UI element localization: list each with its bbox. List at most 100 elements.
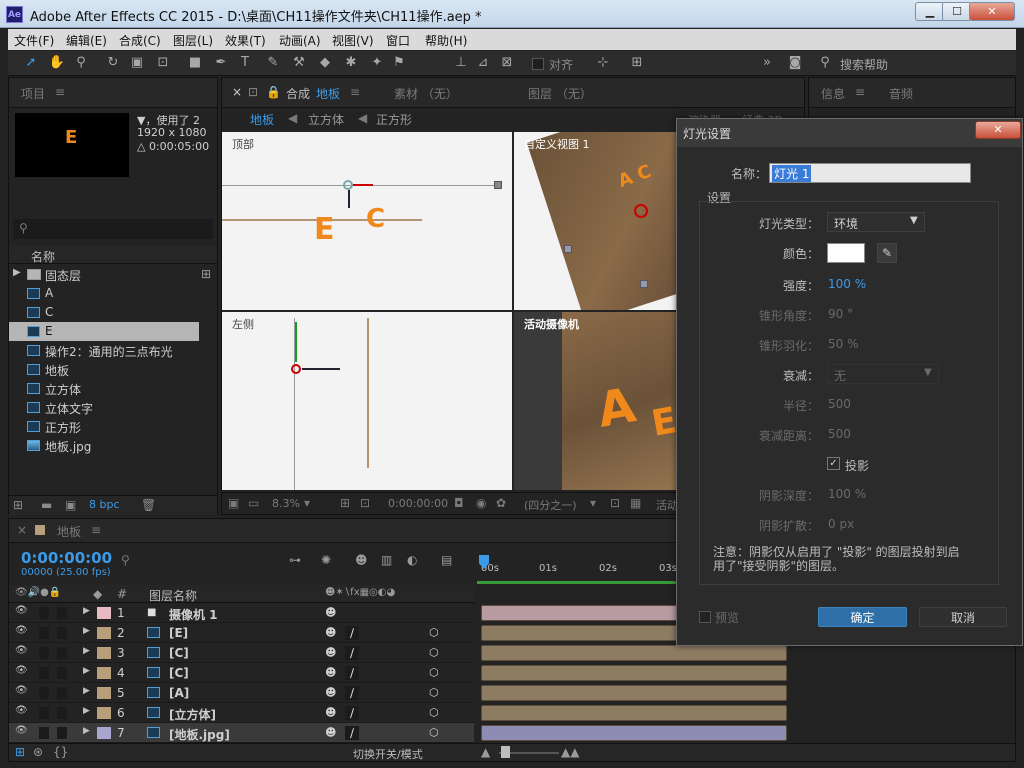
comp-tab-label[interactable]: 合成: [286, 85, 310, 102]
solo-box[interactable]: [39, 667, 49, 679]
close-window-button[interactable]: ✕: [969, 2, 1015, 21]
project-item[interactable]: 立方体: [9, 379, 199, 398]
layer-tab[interactable]: 图层 （无）: [528, 85, 592, 102]
layer-color-swatch[interactable]: [97, 707, 111, 719]
layer-color-swatch[interactable]: [97, 727, 111, 739]
solo-box[interactable]: [39, 727, 49, 739]
eye-icon[interactable]: 👁: [15, 645, 28, 656]
quality-switch-icon[interactable]: ∕: [345, 666, 359, 680]
active-camera-select[interactable]: 活动: [656, 497, 678, 513]
menu-help[interactable]: 帮助(H): [425, 32, 467, 49]
project-item[interactable]: 正方形: [9, 417, 199, 436]
comp-flowchart-icon[interactable]: ⊞: [15, 745, 25, 759]
close-tab-icon[interactable]: ×: [232, 85, 242, 99]
project-item[interactable]: ▶ 固态层 ⊞: [9, 265, 211, 284]
anchor-handle[interactable]: [564, 245, 572, 253]
shy-switch-icon[interactable]: ☻: [325, 646, 336, 659]
lock-icon[interactable]: ⊡: [248, 85, 258, 99]
lock-box[interactable]: [57, 667, 67, 679]
project-item[interactable]: A: [9, 284, 199, 303]
draft-3d-icon[interactable]: ✺: [321, 553, 331, 567]
layer-row[interactable]: 👁 ▶ 6 [立方体] ☻ ∕ ⬡: [9, 703, 474, 723]
search-help-input[interactable]: 搜索帮助: [840, 56, 888, 73]
project-item[interactable]: 立体文字: [9, 398, 199, 417]
eye-icon[interactable]: 👁: [15, 625, 28, 636]
layer-duration-bar[interactable]: [481, 645, 787, 661]
anchor-handle[interactable]: [494, 181, 502, 189]
timeline-tab[interactable]: 地板: [57, 523, 81, 540]
lock-box[interactable]: [57, 627, 67, 639]
menu-window[interactable]: 窗口: [386, 32, 410, 49]
project-item[interactable]: 地板: [9, 360, 199, 379]
cancel-button[interactable]: 取消: [919, 607, 1007, 627]
quality-switch-icon[interactable]: ∕: [345, 686, 359, 700]
quality-switch-icon[interactable]: ∕: [345, 626, 359, 640]
local-axis-icon[interactable]: ⊥: [452, 55, 470, 71]
viewport-custom[interactable]: 自定义视图 1 A C: [514, 132, 684, 310]
project-item[interactable]: 操作2：通用的三点布光: [9, 341, 199, 360]
layer-color-swatch[interactable]: [97, 687, 111, 699]
expand-arrow-icon[interactable]: ▶: [83, 686, 90, 696]
anchor-handle[interactable]: [640, 280, 648, 288]
dialog-close-button[interactable]: ✕: [975, 121, 1021, 139]
transparency-grid-icon[interactable]: ▦: [630, 496, 641, 510]
zoom-in-icon[interactable]: ▲▲: [561, 745, 579, 759]
camera-tool-icon[interactable]: ▣: [128, 55, 146, 71]
project-search-input[interactable]: ⚲: [13, 219, 213, 239]
dropdown-arrow-icon[interactable]: ▾: [304, 496, 310, 510]
type-tool-icon[interactable]: T: [236, 55, 254, 71]
monitor-icon[interactable]: ▭: [248, 496, 259, 510]
clone-stamp-tool-icon[interactable]: ⚒: [290, 55, 308, 71]
menu-edit[interactable]: 编辑(E): [66, 32, 107, 49]
preview-checkbox[interactable]: [699, 611, 711, 623]
expand-arrow-icon[interactable]: ▶: [83, 726, 90, 736]
menu-animation[interactable]: 动画(A): [279, 32, 321, 49]
expand-arrow-icon[interactable]: ▶: [83, 626, 90, 636]
pan-behind-tool-icon[interactable]: ⊡: [154, 55, 172, 71]
layer-color-swatch[interactable]: [97, 607, 111, 619]
new-composition-icon[interactable]: ▣: [65, 498, 76, 512]
workspace-more-icon[interactable]: »: [758, 55, 776, 71]
layer-color-swatch[interactable]: [97, 627, 111, 639]
project-item[interactable]: E: [9, 322, 199, 341]
panel-menu-icon[interactable]: ≡: [91, 523, 101, 537]
expand-arrow-icon[interactable]: ▶: [83, 606, 90, 616]
layer-name[interactable]: 摄像机 1: [169, 606, 218, 623]
zoom-level[interactable]: 8.3%: [272, 497, 300, 510]
eye-icon[interactable]: 👁: [15, 705, 28, 716]
menu-effect[interactable]: 效果(T): [225, 32, 266, 49]
expand-arrow-icon[interactable]: ▶: [83, 706, 90, 716]
intensity-value[interactable]: 100 %: [828, 277, 866, 291]
snap-option-icon[interactable]: ⊹: [594, 55, 612, 71]
comp-tab-name[interactable]: 地板: [316, 85, 340, 102]
menu-view[interactable]: 视图(V): [332, 32, 374, 49]
zoom-tool-icon[interactable]: ⚲: [72, 55, 90, 71]
mask-visibility-icon[interactable]: ⊡: [360, 496, 370, 510]
lock-box[interactable]: [57, 727, 67, 739]
motion-blur-icon[interactable]: ◐: [407, 553, 417, 567]
panel-menu-icon[interactable]: ≡: [350, 85, 360, 99]
expand-arrow-icon[interactable]: ▶: [83, 646, 90, 656]
search-icon[interactable]: ⚲: [121, 553, 130, 567]
color-channel-icon[interactable]: ✿: [496, 496, 506, 510]
layer-row[interactable]: 👁 ▶ 1 ■ 摄像机 1 ☻: [9, 603, 474, 623]
solo-box[interactable]: [39, 627, 49, 639]
expand-arrow-icon[interactable]: ▶: [13, 267, 21, 278]
snapshot-icon[interactable]: ◘: [454, 496, 464, 510]
layer-row[interactable]: 👁 ▶ 5 [A] ☻ ∕ ⬡: [9, 683, 474, 703]
toggle-switches-modes-button[interactable]: 切换开关/模式: [353, 746, 423, 762]
eye-icon[interactable]: 👁: [15, 725, 28, 736]
shy-switch-icon[interactable]: ☻: [325, 606, 336, 619]
layer-name[interactable]: [C]: [169, 666, 189, 680]
layer-duration-bar[interactable]: [481, 725, 787, 741]
maximize-button[interactable]: ☐: [942, 2, 972, 21]
snap-grid-icon[interactable]: ⊞: [628, 55, 646, 71]
layer-name[interactable]: [E]: [169, 626, 188, 640]
eye-icon[interactable]: 👁: [15, 605, 28, 616]
new-folder-icon[interactable]: ▬: [41, 498, 52, 512]
project-item[interactable]: C: [9, 303, 199, 322]
shy-switch-icon[interactable]: ☻: [325, 666, 336, 679]
menu-file[interactable]: 文件(F): [14, 32, 54, 49]
expand-arrow-icon[interactable]: ▶: [83, 666, 90, 676]
zoom-slider-thumb[interactable]: [501, 746, 510, 758]
